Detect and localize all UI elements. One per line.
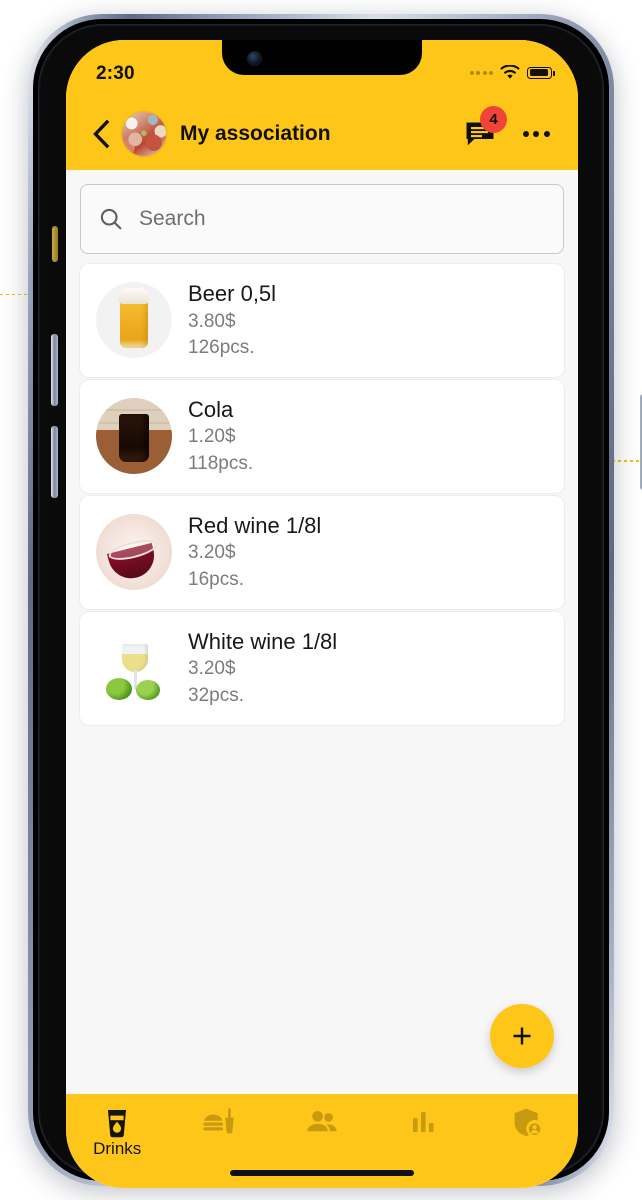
- page-title: My association: [180, 122, 331, 145]
- more-horizontal-icon: [522, 131, 529, 137]
- red-wine-glass-image: [96, 514, 172, 591]
- list-item[interactable]: Cola 1.20$ 118pcs.: [80, 379, 564, 493]
- search-section: [66, 170, 578, 264]
- wifi-icon: [500, 65, 520, 80]
- people-group-icon: [307, 1111, 337, 1132]
- back-chevron-icon: [93, 119, 110, 149]
- nav-item-statistics[interactable]: [373, 1106, 475, 1140]
- phone-frame: 2:30 My association 4 Search Beer 0,5l 3…: [28, 14, 642, 1188]
- screenshot-stage: 2:30 My association 4 Search Beer 0,5l 3…: [0, 0, 642, 1200]
- phone-screen: 2:30 My association 4 Search Beer 0,5l 3…: [66, 40, 578, 1188]
- add-drink-fab[interactable]: [490, 1004, 554, 1068]
- home-indicator[interactable]: [230, 1170, 414, 1176]
- list-item-price: 3.20$: [188, 658, 236, 680]
- search-input[interactable]: [139, 207, 545, 231]
- cola-glass-image: [96, 398, 172, 475]
- list-item-text: Cola 1.20$ 118pcs.: [188, 396, 253, 477]
- device-notch: [222, 40, 422, 75]
- list-item-price: 1.20$: [188, 426, 236, 448]
- list-item-qty: 16pcs.: [188, 568, 244, 590]
- list-item[interactable]: White wine 1/8l 3.20$ 32pcs.: [80, 611, 564, 725]
- list-item-name: Red wine 1/8l: [188, 512, 322, 538]
- mute-switch-button[interactable]: [52, 226, 58, 262]
- fast-food-icon: [203, 1108, 234, 1134]
- search-bar[interactable]: [80, 184, 564, 254]
- list-item-qty: 32pcs.: [188, 684, 244, 706]
- volume-up-button[interactable]: [51, 334, 58, 406]
- battery-full-icon: [527, 66, 555, 79]
- drinks-list: Beer 0,5l 3.80$ 126pcs. Cola 1.20$ 118pc: [66, 264, 578, 725]
- chat-unread-badge: 4: [480, 106, 507, 133]
- status-bar-time: 2:30: [96, 63, 135, 84]
- white-wine-glass-image: [96, 630, 172, 707]
- list-item[interactable]: Beer 0,5l 3.80$ 126pcs.: [80, 264, 564, 377]
- nav-item-food[interactable]: [168, 1106, 270, 1140]
- shield-account-icon: [514, 1108, 542, 1137]
- status-bar-indicators: [469, 65, 555, 80]
- back-button[interactable]: [84, 117, 118, 151]
- list-item-name: White wine 1/8l: [188, 628, 338, 654]
- overflow-menu-button[interactable]: [516, 116, 556, 152]
- group-avatar-image[interactable]: [122, 112, 166, 156]
- nav-item-drinks[interactable]: Drinks: [66, 1106, 168, 1157]
- list-item-qty: 118pcs.: [188, 453, 254, 475]
- list-item-name: Cola: [188, 396, 234, 422]
- list-item-price: 3.20$: [188, 542, 236, 564]
- list-item-text: Beer 0,5l 3.80$ 126pcs.: [188, 280, 276, 361]
- search-icon: [100, 208, 122, 230]
- nav-item-admin[interactable]: [476, 1106, 578, 1140]
- list-item[interactable]: Red wine 1/8l 3.20$ 16pcs.: [80, 495, 564, 609]
- chat-button[interactable]: 4: [462, 106, 507, 151]
- bar-chart-icon: [413, 1112, 435, 1132]
- plus-icon: [513, 1027, 531, 1045]
- beer-glass-image: [96, 282, 172, 359]
- front-camera-icon: [248, 52, 261, 65]
- drink-glass-icon: [108, 1110, 127, 1138]
- list-item-name: Beer 0,5l: [188, 281, 277, 306]
- nav-item-label: Drinks: [93, 1139, 142, 1158]
- list-item-text: White wine 1/8l 3.20$ 32pcs.: [188, 628, 337, 709]
- list-item-qty: 126pcs.: [188, 337, 255, 359]
- list-item-price: 3.80$: [188, 310, 236, 332]
- content-area: Beer 0,5l 3.80$ 126pcs. Cola 1.20$ 118pc: [66, 170, 578, 1094]
- volume-down-button[interactable]: [51, 426, 58, 498]
- nav-item-members[interactable]: [271, 1106, 373, 1140]
- app-bar: My association 4: [66, 98, 578, 170]
- list-item-text: Red wine 1/8l 3.20$ 16pcs.: [188, 512, 321, 593]
- signal-dots-icon: [469, 70, 493, 75]
- guide-mark-right: [612, 460, 642, 462]
